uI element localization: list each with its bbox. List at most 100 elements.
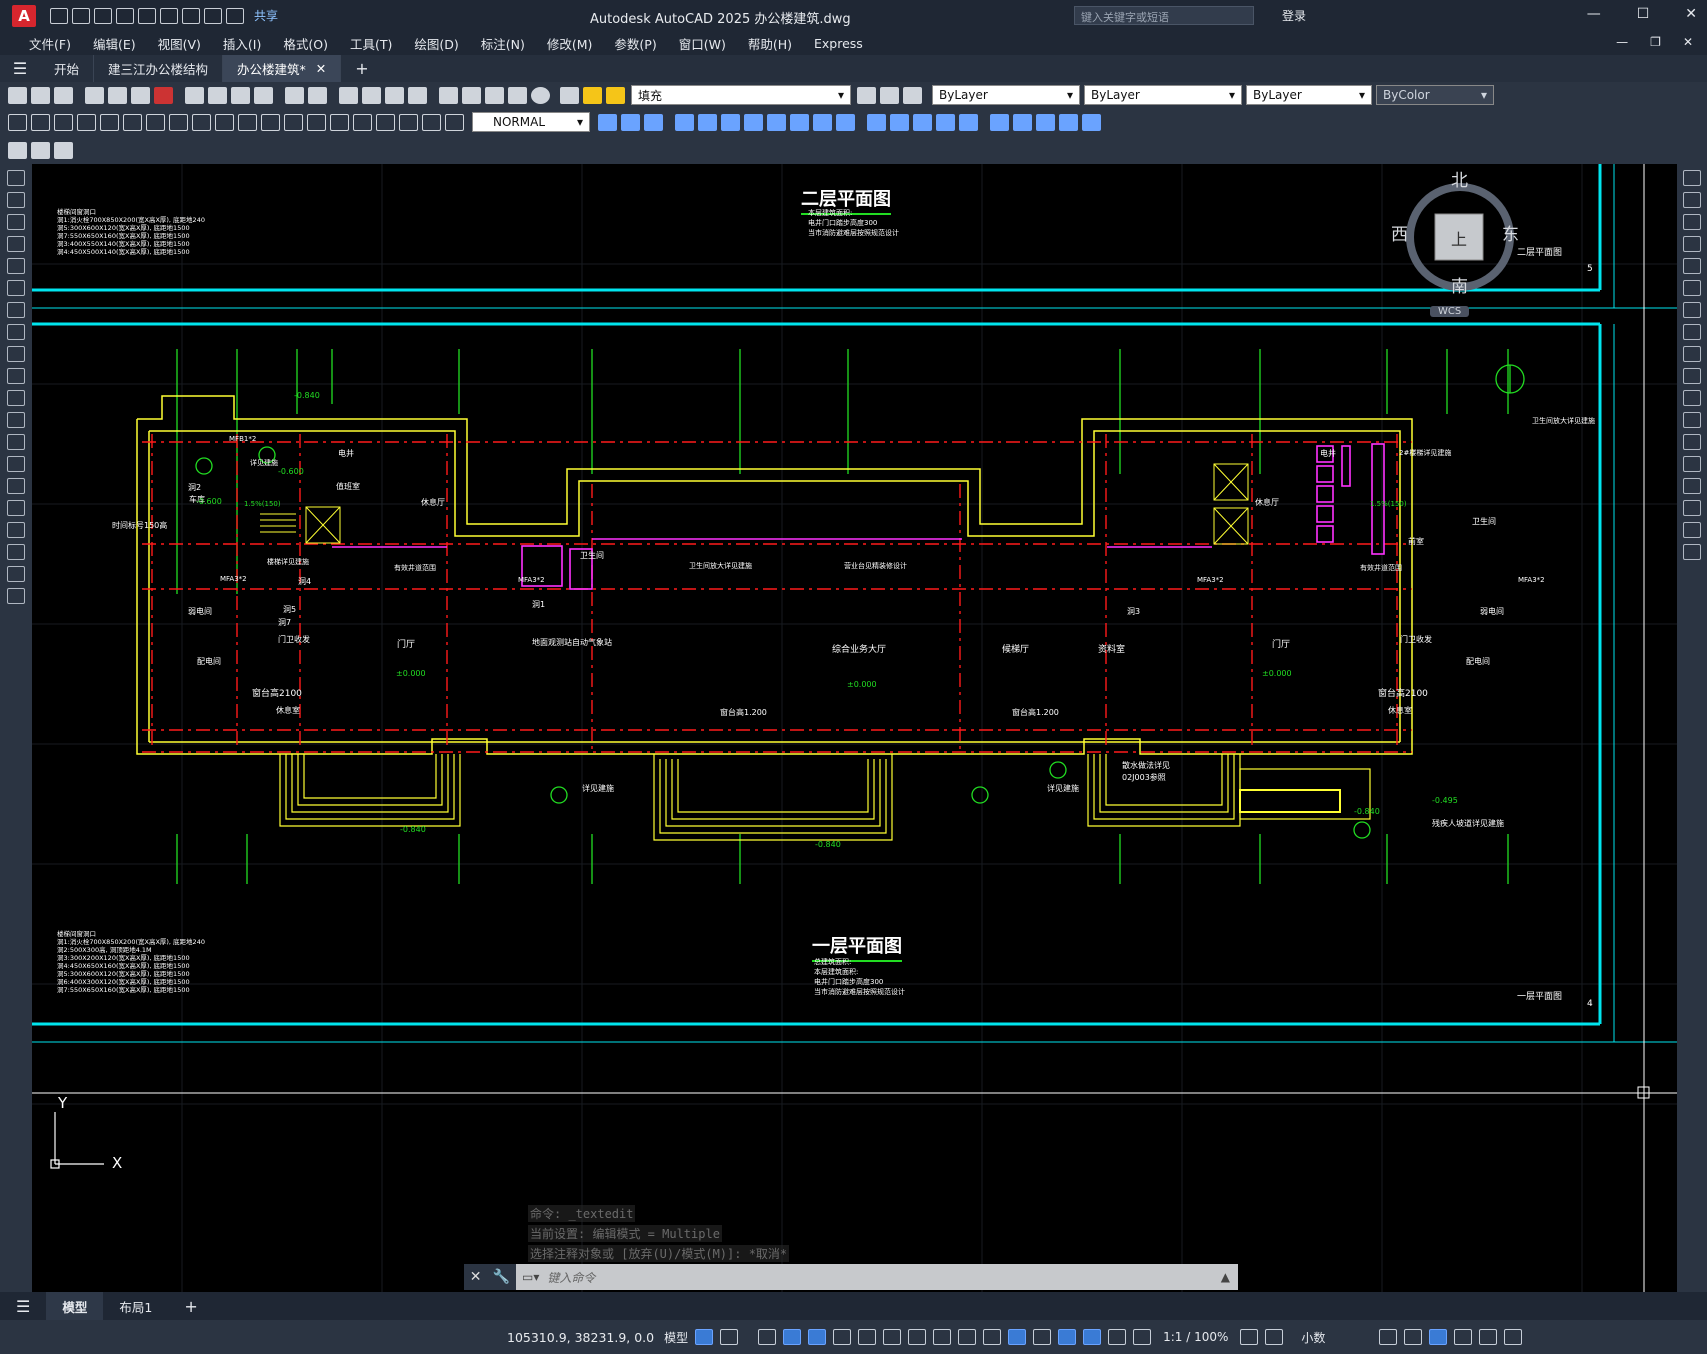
fillet-icon[interactable]	[1683, 500, 1701, 516]
3d-osnap-icon[interactable]	[1008, 1329, 1027, 1345]
isolate-objects-icon[interactable]	[1429, 1329, 1448, 1345]
new-icon[interactable]	[8, 86, 27, 104]
layer-states-icon[interactable]	[903, 86, 922, 104]
viewcube-top-face[interactable]: 上	[1451, 226, 1467, 250]
new-icon[interactable]	[50, 7, 68, 24]
open-icon[interactable]	[31, 86, 50, 104]
object-snap-icon[interactable]	[908, 1329, 927, 1345]
zoom-realtime-icon[interactable]	[362, 86, 381, 104]
menu-dimension[interactable]: 标注(N)	[470, 34, 536, 53]
make-block-icon[interactable]	[7, 434, 25, 450]
gizmo-icon[interactable]	[1083, 1329, 1102, 1345]
new-tab-button[interactable]: +	[341, 55, 382, 82]
redo-icon[interactable]	[308, 86, 327, 104]
transparency-icon[interactable]	[958, 1329, 977, 1345]
app-menu-button[interactable]: A	[12, 4, 36, 27]
undo-icon[interactable]	[204, 7, 222, 24]
layout-menu-icon[interactable]: ☰	[0, 1292, 46, 1320]
minimize-icon[interactable]: —	[1587, 6, 1601, 22]
ortho-icon[interactable]	[808, 1329, 827, 1345]
radius-dim-icon[interactable]	[100, 113, 119, 131]
selection-cycling-icon[interactable]	[983, 1329, 1002, 1345]
dim-update-icon[interactable]	[445, 113, 464, 131]
match-properties-icon[interactable]	[254, 86, 273, 104]
grid-icon[interactable]	[695, 1329, 714, 1345]
ucs-icon[interactable]	[990, 113, 1009, 131]
move-icon[interactable]	[1683, 280, 1701, 296]
rectangle-icon[interactable]	[7, 258, 25, 274]
gradient-icon[interactable]	[7, 500, 25, 516]
continue-dim-icon[interactable]	[238, 113, 257, 131]
wrench-icon[interactable]: 🔧	[493, 1269, 510, 1285]
dynamic-input-icon[interactable]	[783, 1329, 802, 1345]
doc-close-icon[interactable]: ✕	[1683, 35, 1693, 49]
print-icon[interactable]	[85, 86, 104, 104]
zoom-window-icon[interactable]	[385, 86, 404, 104]
layer-on-icon[interactable]	[583, 86, 602, 104]
menu-parametric[interactable]: 参数(P)	[603, 34, 667, 53]
annotation-visibility-icon[interactable]	[1108, 1329, 1127, 1345]
units-dropdown[interactable]: 小数	[1301, 1329, 1371, 1346]
tab-close-icon[interactable]: ✕	[316, 61, 326, 76]
ne-iso-icon[interactable]	[813, 113, 832, 131]
zoom-previous-icon[interactable]	[408, 86, 427, 104]
lock-ui-icon[interactable]	[1404, 1329, 1423, 1345]
open-web-icon[interactable]	[138, 7, 156, 24]
jogged-linear-icon[interactable]	[376, 113, 395, 131]
jogged-dim-icon[interactable]	[123, 113, 142, 131]
linear-dim-icon[interactable]	[8, 113, 27, 131]
menu-insert[interactable]: 插入(I)	[212, 34, 272, 53]
break-at-point-icon[interactable]	[1683, 412, 1701, 428]
polygon-icon[interactable]	[7, 236, 25, 252]
color-dropdown[interactable]: ByLayer ▾	[932, 85, 1080, 105]
tab-building[interactable]: 办公楼建筑* ✕	[223, 55, 342, 82]
dim-text-edit-icon[interactable]	[422, 113, 441, 131]
extend-icon[interactable]	[1683, 390, 1701, 406]
layer-freeze-icon[interactable]	[606, 86, 625, 104]
lineweight-icon[interactable]	[933, 1329, 952, 1345]
conceptual-icon[interactable]	[936, 113, 955, 131]
menu-file[interactable]: 文件(F)	[18, 34, 82, 53]
view-back-icon[interactable]	[744, 113, 763, 131]
isodraft-icon[interactable]	[858, 1329, 877, 1345]
maximize-icon[interactable]: ☐	[1637, 6, 1650, 22]
erase-icon[interactable]	[1683, 170, 1701, 186]
tab-model[interactable]: 模型	[46, 1292, 104, 1320]
layer-properties-icon[interactable]	[560, 86, 579, 104]
stretch-icon[interactable]	[1683, 346, 1701, 362]
viewcube-south[interactable]: 南	[1451, 272, 1468, 297]
nw-iso-icon[interactable]	[836, 113, 855, 131]
scale-icon[interactable]	[1683, 324, 1701, 340]
angular-dim-icon[interactable]	[169, 113, 188, 131]
chevron-up-icon[interactable]: ▲	[1221, 1270, 1230, 1284]
blend-icon[interactable]	[1683, 522, 1701, 538]
menu-help[interactable]: 帮助(H)	[737, 34, 803, 53]
ucs-previous-icon[interactable]	[1036, 113, 1055, 131]
wcs-menu[interactable]: WCS	[1430, 306, 1470, 317]
mirror-icon[interactable]	[1683, 214, 1701, 230]
pan-icon[interactable]	[339, 86, 358, 104]
plot-preview-icon[interactable]	[108, 86, 127, 104]
add-layout-icon[interactable]: +	[168, 1292, 213, 1320]
make-current-layer-icon[interactable]	[857, 86, 876, 104]
coordinates-readout[interactable]: 105310.9, 38231.9, 0.0	[507, 1330, 654, 1345]
dim-space-icon[interactable]	[261, 113, 280, 131]
ucs-world-icon[interactable]	[1013, 113, 1032, 131]
point-icon[interactable]	[7, 456, 25, 472]
workspace-gear-icon[interactable]	[1240, 1329, 1259, 1345]
doc-minimize-icon[interactable]: —	[1616, 35, 1628, 49]
dim-edit-icon[interactable]	[399, 113, 418, 131]
close-block-icon[interactable]	[54, 141, 73, 159]
drawing-canvas[interactable]: 北 西 东 南 上 WCS 二层平面图 本层建筑面积: 电井门口踏步高度300 …	[32, 164, 1677, 1292]
view-top-icon[interactable]	[621, 113, 640, 131]
open-icon[interactable]	[72, 7, 90, 24]
arc-icon[interactable]	[7, 280, 25, 296]
command-input[interactable]: 键入命令	[547, 1269, 595, 1286]
center-mark-icon[interactable]	[330, 113, 349, 131]
explode-icon[interactable]	[1683, 544, 1701, 560]
undo-icon[interactable]	[285, 86, 304, 104]
add-selected-icon[interactable]	[7, 588, 25, 604]
region-icon[interactable]	[7, 522, 25, 538]
tab-layout1[interactable]: 布局1	[103, 1292, 168, 1320]
dimstyle-dropdown[interactable]: NORMAL ▾	[472, 112, 590, 132]
